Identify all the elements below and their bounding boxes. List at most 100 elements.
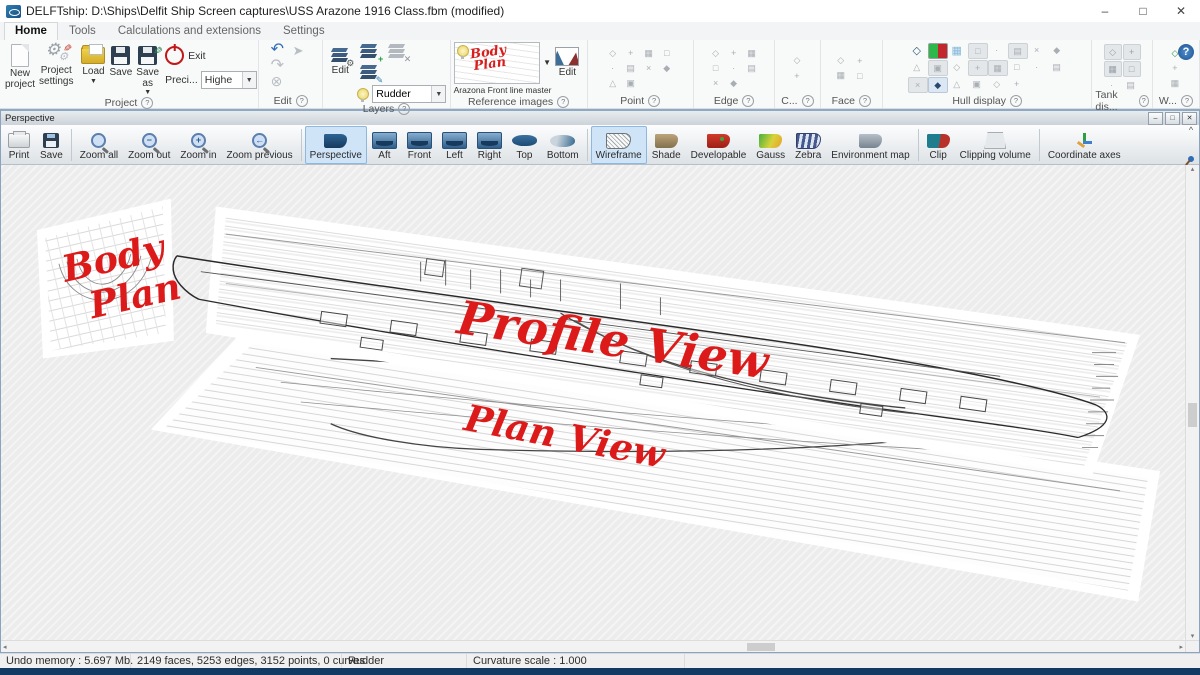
hull-display-tool-icon[interactable]: ·: [988, 43, 1006, 57]
window-tool-icon[interactable]: +: [1167, 61, 1183, 75]
hull-display-tool-icon[interactable]: ▤: [1048, 60, 1066, 74]
view-right-button[interactable]: Right: [472, 126, 507, 164]
edge-tool-icon[interactable]: ◆: [726, 76, 742, 90]
precision-dropdown[interactable]: Highe ▼: [201, 71, 257, 89]
load-dropdown-icon[interactable]: ▼: [90, 78, 97, 85]
tank-display-tool-icon[interactable]: +: [1123, 44, 1141, 60]
point-tool-icon[interactable]: △: [605, 76, 621, 90]
curve-tool-icon[interactable]: +: [789, 69, 805, 83]
hull-display-tool-icon[interactable]: ▦: [988, 60, 1008, 76]
hull-display-tool-icon[interactable]: ▣: [968, 77, 986, 91]
hull-display-tool-icon[interactable]: ◇: [908, 43, 926, 57]
scroll-down-icon[interactable]: ▾: [1191, 632, 1195, 640]
window-tool-icon[interactable]: ▦: [1167, 76, 1183, 90]
coordinate-axes-button[interactable]: Coordinate axes: [1043, 126, 1126, 164]
close-button[interactable]: ✕: [1162, 0, 1200, 22]
tab-settings[interactable]: Settings: [272, 22, 336, 40]
pin-toolbar-icon[interactable]: [1187, 155, 1195, 163]
tank-display-tool-icon[interactable]: □: [1123, 61, 1141, 77]
collapse-toolbar-icon[interactable]: ^: [1189, 126, 1193, 135]
hull-display-tool-icon[interactable]: ▤: [1008, 43, 1028, 59]
hull-display-tool-icon[interactable]: +: [1008, 77, 1026, 91]
edge-tool-icon[interactable]: ▦: [744, 46, 760, 60]
view-aft-button[interactable]: Aft: [367, 126, 402, 164]
hull-display-tool-icon[interactable]: ◇: [988, 77, 1006, 91]
exit-button[interactable]: Exit: [165, 46, 257, 65]
zoom-previous-button[interactable]: ←Zoom previous: [222, 126, 298, 164]
ribbon-help-icon[interactable]: ?: [1178, 44, 1194, 60]
model-canvas[interactable]: Body Plan Profile View Plan View: [1, 165, 1185, 640]
hull-display-tool-icon[interactable]: ·: [1028, 60, 1046, 74]
view-left-button[interactable]: Left: [437, 126, 472, 164]
point-tool-icon[interactable]: ◆: [659, 61, 675, 75]
save-view-button[interactable]: Save: [35, 126, 68, 164]
edge-tool-icon[interactable]: ▤: [744, 61, 760, 75]
viewport-close-button[interactable]: ✕: [1182, 112, 1197, 125]
hull-display-tool-icon[interactable]: ◆: [1048, 43, 1066, 57]
edge-tool-icon[interactable]: ×: [708, 76, 724, 90]
view-perspective-button[interactable]: Perspective: [305, 126, 367, 164]
clip-button[interactable]: Clip: [922, 126, 955, 164]
reference-help-icon[interactable]: ?: [557, 96, 569, 108]
hull-display-tool-icon[interactable]: ×: [908, 77, 928, 93]
save-as-dropdown-icon[interactable]: ▼: [144, 89, 151, 96]
zoom-in-button[interactable]: +Zoom in: [175, 126, 221, 164]
select-mode-icon[interactable]: ➤: [291, 44, 313, 57]
reference-dropdown-icon[interactable]: ▼: [543, 59, 551, 67]
hull-display-tool-icon[interactable]: △: [908, 60, 926, 74]
viewport-maximize-button[interactable]: □: [1165, 112, 1180, 125]
tank-display-tool-icon[interactable]: ◇: [1104, 44, 1122, 60]
minimize-button[interactable]: –: [1086, 0, 1124, 22]
hull-display-tool-icon[interactable]: +: [968, 60, 988, 76]
active-layer-dropdown-arrow-icon[interactable]: ▼: [431, 86, 445, 102]
face-tool-icon[interactable]: +: [852, 54, 868, 68]
edge-tool-icon[interactable]: □: [708, 61, 724, 75]
tab-tools[interactable]: Tools: [58, 22, 107, 40]
window-help-icon[interactable]: ?: [1181, 95, 1193, 107]
shade-button[interactable]: Shade: [647, 126, 686, 164]
undo-button[interactable]: ↶: [269, 42, 289, 58]
add-layer-icon[interactable]: +: [359, 43, 379, 60]
edge-tool-icon[interactable]: +: [726, 46, 742, 60]
horizontal-scroll-thumb[interactable]: [747, 643, 775, 651]
curve-tool-icon[interactable]: ◇: [789, 54, 805, 68]
point-tool-icon[interactable]: +: [623, 46, 639, 60]
vertical-scrollbar[interactable]: ▴ ▾: [1185, 165, 1199, 640]
load-button[interactable]: Load ▼: [79, 42, 107, 86]
point-tool-icon[interactable]: ·: [605, 61, 621, 75]
delete-layer-icon[interactable]: ✕: [387, 43, 407, 60]
environment-map-button[interactable]: Environment map: [826, 126, 914, 164]
layers-edit-button[interactable]: ⚙ Edit: [326, 45, 354, 78]
hull-display-tool-icon[interactable]: +: [928, 43, 948, 59]
zebra-button[interactable]: Zebra: [790, 126, 826, 164]
zoom-all-button[interactable]: Zoom all: [75, 126, 123, 164]
save-button[interactable]: Save: [107, 42, 134, 80]
face-help-icon[interactable]: ?: [859, 95, 871, 107]
tab-calculations[interactable]: Calculations and extensions: [107, 22, 272, 40]
hull-display-help-icon[interactable]: ?: [1010, 95, 1022, 107]
viewport-minimize-button[interactable]: –: [1148, 112, 1163, 125]
reference-image-thumbnail[interactable]: Body Plan: [454, 42, 540, 84]
view-bottom-button[interactable]: Bottom: [542, 126, 584, 164]
scroll-up-icon[interactable]: ▴: [1191, 165, 1195, 173]
gauss-button[interactable]: Gauss: [751, 126, 790, 164]
point-tool-icon[interactable]: ▤: [623, 61, 639, 75]
scroll-left-icon[interactable]: ◂: [3, 643, 7, 651]
maximize-button[interactable]: □: [1124, 0, 1162, 22]
vertical-scroll-thumb[interactable]: [1188, 403, 1197, 427]
point-tool-icon[interactable]: ▦: [641, 46, 657, 60]
point-tool-icon[interactable]: □: [659, 46, 675, 60]
clipping-volume-button[interactable]: Clipping volume: [955, 126, 1036, 164]
layer-visibility-icon[interactable]: [357, 88, 369, 100]
tank-display-tool-icon[interactable]: ▦: [1104, 61, 1122, 77]
tab-home[interactable]: Home: [4, 22, 58, 40]
face-tool-icon[interactable]: ◇: [833, 54, 849, 68]
delete-button[interactable]: ⊗: [269, 74, 289, 88]
save-as-button[interactable]: ✎ Save as ▼: [134, 42, 161, 97]
redo-button[interactable]: ↷: [269, 58, 289, 74]
edge-help-icon[interactable]: ?: [742, 95, 754, 107]
developable-button[interactable]: Developable: [686, 126, 752, 164]
horizontal-scrollbar[interactable]: ◂ ▸: [1, 640, 1185, 652]
point-tool-icon[interactable]: ×: [641, 61, 657, 75]
precision-dropdown-arrow-icon[interactable]: ▼: [242, 72, 256, 88]
